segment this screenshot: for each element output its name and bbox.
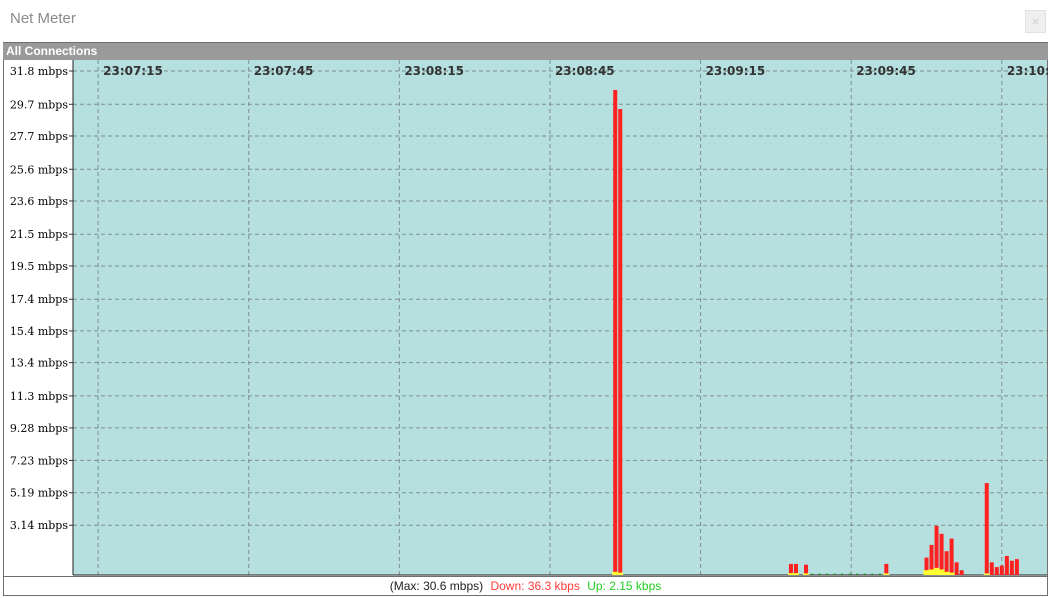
panel-title: All Connections [6,44,98,58]
y-tick-label: 27.7 mbps [10,130,69,143]
down-bar [1004,555,1009,575]
down-bar [959,570,964,575]
down-bar [999,565,1004,575]
down-bar [934,525,939,575]
max-rate-label: (Max: 30.6 mbps) [389,579,484,593]
down-bar [618,109,623,576]
down-bar [613,90,618,576]
down-rate-label: Down: 36.3 kbps [490,579,580,593]
net-meter-window: Net Meter × All Connections 31.8 mbps 29.… [0,0,1051,598]
x-tick-label: 23:08:15 [404,64,464,78]
y-tick-label: 23.6 mbps [10,195,69,208]
status-bar: (Max: 30.6 mbps) Down: 36.3 kbps Up: 2.1… [3,576,1048,596]
up-bar [792,573,799,575]
x-tick-label: 23:10: [1007,64,1048,78]
up-bar [617,572,624,575]
down-bar [944,551,949,575]
x-tick-label: 23:07:15 [103,64,163,78]
y-tick-label: 9.28 mbps [10,422,69,435]
connections-panel-header: All Connections [3,42,1048,60]
down-bar [1014,559,1019,575]
up-bar [803,573,810,575]
y-tick-label: 25.6 mbps [10,163,69,176]
y-tick-label: 31.8 mbps [10,65,69,78]
y-tick-label: 19.5 mbps [10,260,69,273]
close-button[interactable]: × [1025,10,1046,33]
x-tick-label: 23:07:45 [254,64,314,78]
up-bar [983,573,990,575]
up-bar [883,573,890,575]
down-bar [989,562,994,575]
down-bar [994,567,999,575]
y-tick-label: 7.23 mbps [10,454,69,467]
y-tick-label: 17.4 mbps [10,293,69,306]
up-bar [948,572,955,575]
down-bar [949,538,954,575]
up-rate-label: Up: 2.15 kbps [587,579,662,593]
y-tick-label: 11.3 mbps [10,390,69,403]
down-bar [884,563,889,575]
x-tick-label: 23:08:45 [555,64,615,78]
down-bar [939,533,944,575]
y-tick-label: 13.4 mbps [10,357,69,370]
close-icon: × [1030,15,1041,28]
y-tick-label: 29.7 mbps [10,98,69,111]
down-bar [1009,560,1014,575]
y-tick-label: 21.5 mbps [10,228,69,241]
y-tick-label: 3.14 mbps [10,519,69,532]
x-tick-label: 23:09:45 [856,64,916,78]
x-tick-label: 23:09:15 [706,64,766,78]
bandwidth-chart: 31.8 mbps 29.7 mbps 27.7 mbps 25.6 mbps 23.6… [10,60,1048,576]
plot-area [73,60,1047,575]
window-title: Net Meter [10,10,76,27]
y-tick-label: 15.4 mbps [10,325,69,338]
down-bar [954,562,959,575]
y-tick-label: 5.19 mbps [10,487,69,500]
title-bar[interactable]: Net Meter × [0,0,1051,38]
down-bar [984,483,989,575]
